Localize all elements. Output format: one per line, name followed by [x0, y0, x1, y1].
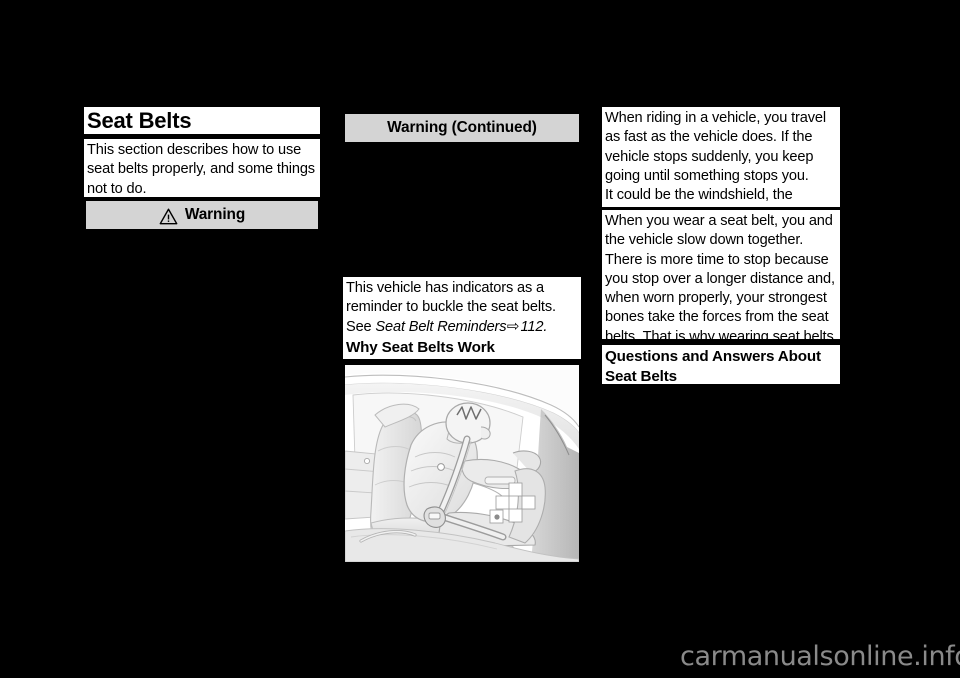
why-seat-belts-work-heading: Why Seat Belts Work — [343, 336, 581, 359]
right-paragraph-1: When riding in a vehicle, you travel as … — [602, 107, 840, 222]
seat-belt-reminder-text: This vehicle has indicators as a reminde… — [343, 277, 581, 337]
manual-page: Seat Belts This section describes how to… — [0, 0, 960, 678]
warning-header-label: Warning — [184, 206, 246, 223]
warning-header-bar: Warning — [84, 199, 320, 231]
cross-reference-arrow-icon: ⇨ — [507, 318, 520, 335]
warning-triangle-icon — [159, 208, 178, 225]
cross-reference-period: . — [543, 318, 548, 335]
section-intro-text: This section describes how to use seat b… — [84, 139, 320, 197]
cross-reference-page[interactable]: 112 — [521, 319, 544, 335]
questions-and-answers-heading: Questions and Answers About Seat Belts — [602, 345, 840, 385]
page-title: Seat Belts — [84, 107, 320, 134]
site-watermark: carmanualsonline.info — [680, 641, 960, 672]
seat-belt-occupant-illustration — [343, 363, 581, 564]
right-paragraph-2: When you wear a seat belt, you and the v… — [602, 210, 840, 364]
warning-continued-label: Warning (Continued) — [387, 119, 537, 136]
warning-continued-header-bar: Warning (Continued) — [343, 112, 581, 144]
cross-reference-title[interactable]: Seat Belt Reminders — [375, 319, 506, 335]
